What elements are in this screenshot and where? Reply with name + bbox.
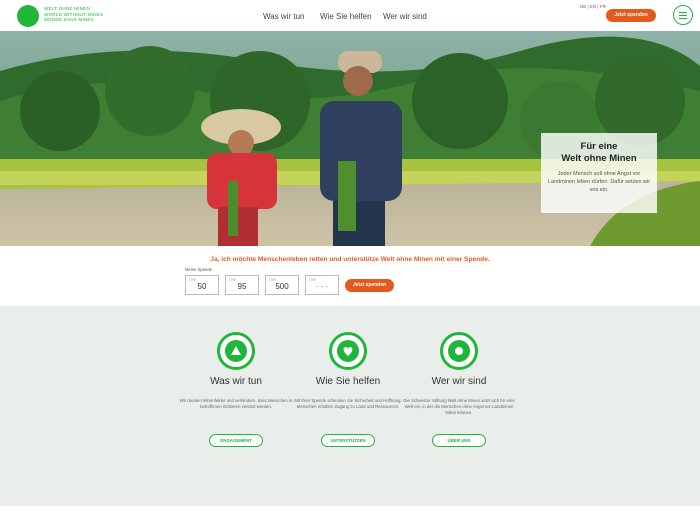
logo-text[interactable]: WELT OHNE MINEN WORLD WITHOUT MINES MOND… [44, 6, 103, 23]
donation-label: Meine Spende [185, 267, 213, 272]
logo-line-3: MONDE SANS MINES [44, 17, 94, 23]
heart-icon [337, 340, 359, 362]
hero-title-line-1: Für eine [580, 141, 618, 152]
amount-value: 500 [275, 282, 289, 291]
donate-button[interactable]: Jetzt spenden [345, 279, 394, 292]
hero-image: Für eine Welt ohne Minen Jeder Mensch so… [0, 31, 700, 246]
amount-option-95[interactable]: CHF 95 [225, 275, 259, 295]
engagement-button[interactable]: ENGAGEMENT [209, 434, 263, 447]
amount-option-50[interactable]: CHF 50 [185, 275, 219, 295]
nav-item-was-wir-tun[interactable]: Was wir tun [263, 12, 305, 21]
circle-badge [217, 332, 255, 370]
column-text: Wir räumen Minenfelder und verhindern, d… [179, 398, 293, 409]
circle-badge [440, 332, 478, 370]
dot-icon [448, 340, 470, 362]
nav-item-wie-sie-helfen[interactable]: Wie Sie helfen [320, 12, 372, 21]
about-us-button[interactable]: ÜBER UNS [432, 434, 486, 447]
triangle-icon [225, 340, 247, 362]
hero-title-line-2: Welt ohne Minen [561, 153, 637, 164]
circle-badge [329, 332, 367, 370]
column-title: Wer wir sind [431, 376, 487, 387]
hero-text: Jeder Mensch soll ohne Angst vor Landmin… [547, 171, 651, 193]
amount-value: 50 [197, 282, 207, 291]
amount-option-500[interactable]: CHF 500 [265, 275, 299, 295]
amount-value: 95 [237, 282, 247, 291]
column-text: Mit Ihrer Spende schenken Sie Sicherheit… [294, 398, 402, 409]
column-title: Was wir tun [210, 376, 262, 387]
column-title: Wie Sie helfen [315, 376, 381, 387]
language-switcher[interactable]: DE | EN | FR [580, 4, 606, 9]
donation-headline: Ja, ich möchte Menschenleben retten und … [210, 256, 490, 263]
column-text: Die Schweizer Stiftung Welt ohne Minen s… [403, 398, 515, 415]
info-section: Was wir tun Wir räumen Minenfelder und v… [0, 306, 700, 506]
hero-message-box: Für eine Welt ohne Minen Jeder Mensch so… [541, 133, 657, 213]
donate-button-header[interactable]: Jetzt spenden [606, 9, 656, 22]
amount-custom-input[interactable]: CHF - - - [305, 275, 339, 295]
site-header: WELT OHNE MINEN WORLD WITHOUT MINES MOND… [0, 0, 700, 31]
amount-value: - - - [315, 282, 329, 291]
logo-icon[interactable] [17, 5, 39, 27]
hamburger-icon[interactable] [673, 5, 693, 25]
footer-strip [0, 506, 700, 532]
nav-item-wer-wir-sind[interactable]: Wer wir sind [383, 12, 427, 21]
support-button[interactable]: UNTERSTÜTZEN [321, 434, 375, 447]
